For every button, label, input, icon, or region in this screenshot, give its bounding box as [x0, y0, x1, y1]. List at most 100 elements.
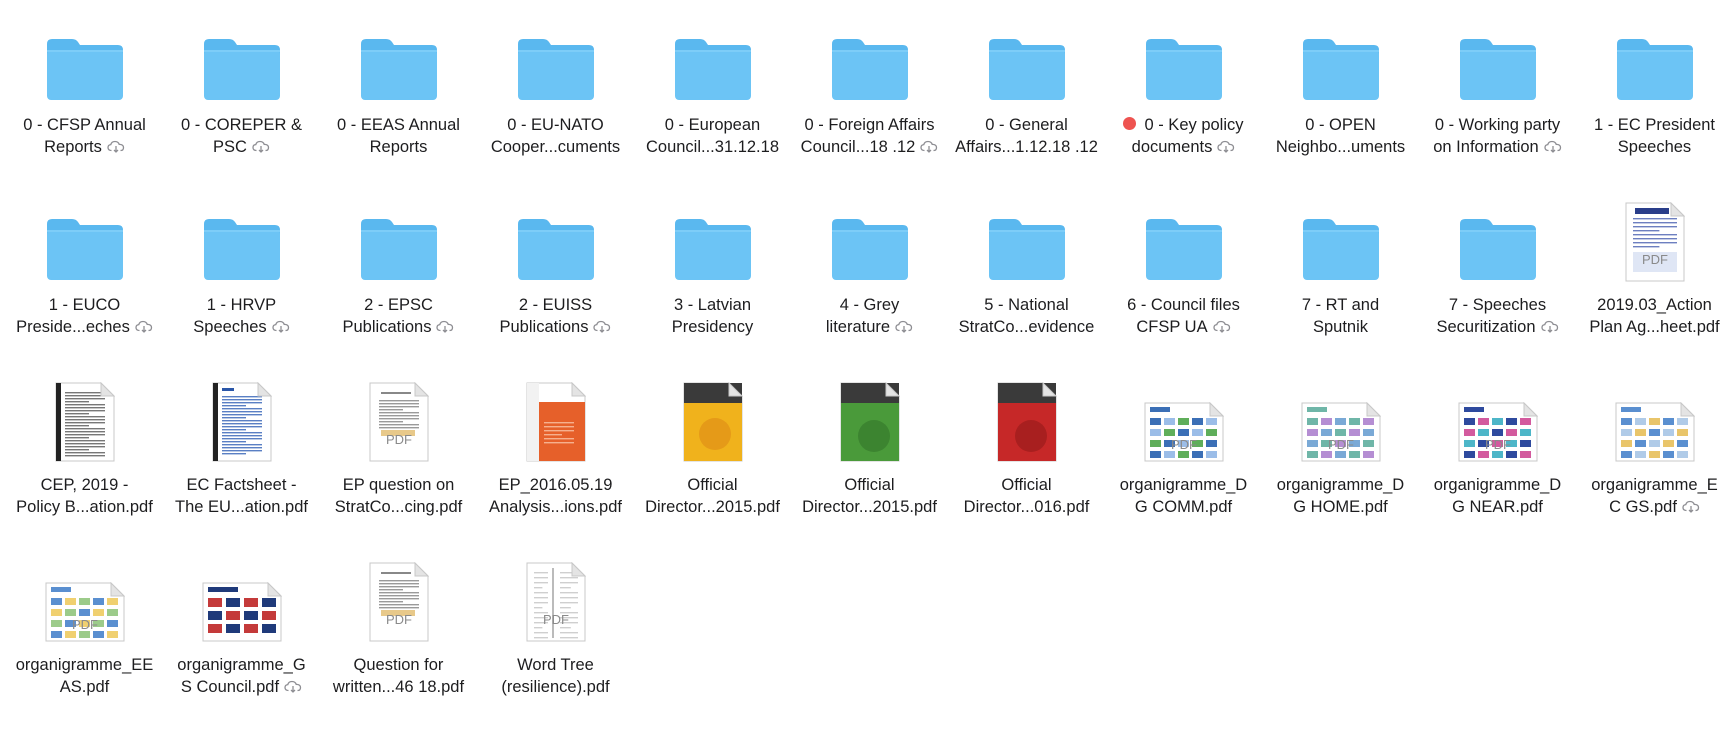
folder-coreper-psc[interactable]: 0 - COREPER &PSC — [163, 10, 320, 190]
pdf-file-organigramme-ec-gs[interactable]: organigramme_EC GS.pdf — [1576, 370, 1726, 550]
folder-icon — [1609, 10, 1701, 102]
pdf-file-official-directory-green[interactable]: OfficialDirector...2015.pdf — [791, 370, 948, 550]
folder-icon — [510, 190, 602, 282]
pdf-thumbnail-icon — [1609, 370, 1701, 462]
icloud-download-icon[interactable] — [593, 320, 611, 333]
file-name-line: 2 - EPSC — [364, 296, 433, 314]
folder-foreign-affairs-council[interactable]: 0 - Foreign AffairsCouncil...18 .12 — [791, 10, 948, 190]
file-name-line: The EU...ation.pdf — [175, 498, 308, 516]
pdf-file-organigramme-dg-comm[interactable]: PDF organigramme_DG COMM.pdf — [1105, 370, 1262, 550]
pdf-file-question-for-written[interactable]: PDF Question forwritten...46 18.pdf — [320, 550, 477, 730]
file-name-line: (resilience).pdf — [501, 678, 609, 696]
svg-text:PDF: PDF — [1328, 437, 1354, 452]
icloud-download-icon[interactable] — [107, 140, 125, 153]
icloud-download-icon[interactable] — [252, 140, 270, 153]
file-name-line: C GS.pdf — [1609, 498, 1677, 516]
file-name-label: 1 - EUCOPreside...eches — [10, 294, 160, 338]
file-name-line: Analysis...ions.pdf — [489, 498, 622, 516]
folder-eu-nato[interactable]: 0 - EU-NATOCooper...cuments — [477, 10, 634, 190]
file-name-line: Publications — [343, 318, 432, 336]
folder-icon — [667, 190, 759, 282]
pdf-file-organigramme-gs-council[interactable]: organigramme_GS Council.pdf — [163, 550, 320, 730]
icloud-download-icon[interactable] — [895, 320, 913, 333]
icloud-download-icon[interactable] — [1217, 140, 1235, 153]
file-name-line: Council...31.12.18 — [646, 138, 779, 156]
folder-icon — [981, 10, 1073, 102]
file-name-label: OfficialDirector...016.pdf — [952, 474, 1102, 518]
folder-rt-and-sputnik[interactable]: 7 - RT andSputnik — [1262, 190, 1419, 370]
folder-euiss-publications[interactable]: 2 - EUISS Publications — [477, 190, 634, 370]
file-name-line: CEP, 2019 - — [41, 476, 129, 494]
icloud-download-icon[interactable] — [284, 680, 302, 693]
pdf-thumbnail-icon: PDF — [1295, 370, 1387, 462]
file-name-line: organigramme_D — [1434, 476, 1561, 494]
file-name-line: 2 - EUISS — [519, 296, 592, 314]
folder-icon — [1452, 10, 1544, 102]
pdf-file-ep-analysis[interactable]: EP_2016.05.19Analysis...ions.pdf — [477, 370, 634, 550]
folder-key-policy-documents[interactable]: 0 - Key policydocuments — [1105, 10, 1262, 190]
folder-icon — [196, 190, 288, 282]
folder-grey-literature[interactable]: 4 - Greyliterature — [791, 190, 948, 370]
file-name-label: 1 - HRVPSpeeches — [167, 294, 317, 338]
icloud-download-icon[interactable] — [135, 320, 153, 333]
pdf-thumbnail-icon — [824, 370, 916, 462]
file-name-line: 1 - EUCO — [49, 296, 121, 314]
file-name-label: 6 - Council filesCFSP UA — [1109, 294, 1259, 338]
icloud-download-icon[interactable] — [920, 140, 938, 153]
pdf-file-word-tree-resilience[interactable]: PDF Word Tree(resilience).pdf — [477, 550, 634, 730]
folder-epsc-publications[interactable]: 2 - EPSC Publications — [320, 190, 477, 370]
icloud-download-icon[interactable] — [272, 320, 290, 333]
file-name-line: Securitization — [1436, 318, 1535, 336]
file-name-label: 2 - EPSC Publications — [324, 294, 474, 338]
file-name-line: 0 - EEAS Annual — [337, 116, 460, 134]
pdf-file-ec-factsheet[interactable]: EC Factsheet -The EU...ation.pdf — [163, 370, 320, 550]
folder-ec-president-speeches[interactable]: 1 - EC PresidentSpeeches — [1576, 10, 1726, 190]
icloud-download-icon[interactable] — [1213, 320, 1231, 333]
file-name-line: Affairs...1.12.18 .12 — [955, 138, 1098, 156]
pdf-file-ep-question-stratcom[interactable]: PDF EP question onStratCo...cing.pdf — [320, 370, 477, 550]
file-name-line: Publications — [500, 318, 589, 336]
pdf-file-organigramme-dg-home[interactable]: PDF organigramme_DG HOME.pdf — [1262, 370, 1419, 550]
file-name-line: 6 - Council files — [1127, 296, 1240, 314]
folder-euco-president-speeches[interactable]: 1 - EUCOPreside...eches — [6, 190, 163, 370]
file-name-line: 1 - HRVP — [207, 296, 276, 314]
pdf-file-action-plan-factsheet[interactable]: PDF 2019.03_ActionPlan Ag...heet.pdf — [1576, 190, 1726, 370]
folder-national-stratcom-evidence[interactable]: 5 - NationalStratCo...evidence — [948, 190, 1105, 370]
folder-speeches-securitization[interactable]: 7 - SpeechesSecuritization — [1419, 190, 1576, 370]
file-name-line: 0 - EU-NATO — [507, 116, 604, 134]
folder-open-neighbourhood[interactable]: 0 - OPENNeighbo...uments — [1262, 10, 1419, 190]
icloud-download-icon[interactable] — [1541, 320, 1559, 333]
folder-icon — [981, 190, 1073, 282]
file-name-label: organigramme_EC GS.pdf — [1580, 474, 1726, 518]
folder-hrvp-speeches[interactable]: 1 - HRVPSpeeches — [163, 190, 320, 370]
file-name-label: organigramme_DG NEAR.pdf — [1423, 474, 1573, 518]
file-name-line: organigramme_D — [1120, 476, 1247, 494]
folder-council-files-cfsp-ua[interactable]: 6 - Council filesCFSP UA — [1105, 190, 1262, 370]
file-name-line: Policy B...ation.pdf — [16, 498, 153, 516]
folder-european-council[interactable]: 0 - EuropeanCouncil...31.12.18 — [634, 10, 791, 190]
pdf-file-official-directory-red[interactable]: OfficialDirector...016.pdf — [948, 370, 1105, 550]
folder-cfsp-annual-reports[interactable]: 0 - CFSP AnnualReports — [6, 10, 163, 190]
pdf-file-cep-policy-brief[interactable]: CEP, 2019 - Policy B...ation.pdf — [6, 370, 163, 550]
folder-eeas-annual-reports[interactable]: 0 - EEAS AnnualReports — [320, 10, 477, 190]
pdf-file-organigramme-dg-near[interactable]: PDF organigramme_DG NEAR.pdf — [1419, 370, 1576, 550]
icloud-download-icon[interactable] — [436, 320, 454, 333]
file-name-line: organigramme_D — [1277, 476, 1404, 494]
folder-icon — [667, 10, 759, 102]
icloud-download-icon[interactable] — [1682, 500, 1700, 513]
file-name-label: organigramme_DG COMM.pdf — [1109, 474, 1259, 518]
file-name-line: organigramme_EE — [16, 656, 154, 674]
file-name-line: Presidency — [672, 318, 754, 336]
folder-general-affairs[interactable]: 0 - GeneralAffairs...1.12.18 .12 — [948, 10, 1105, 190]
pdf-thumbnail-icon: PDF — [39, 550, 131, 642]
pdf-file-official-directory-yellow[interactable]: OfficialDirector...2015.pdf — [634, 370, 791, 550]
pdf-thumbnail-icon — [196, 550, 288, 642]
file-name-line: on Information — [1433, 138, 1538, 156]
file-name-label: 0 - COREPER &PSC — [167, 114, 317, 158]
folder-icon — [39, 190, 131, 282]
file-name-label: 7 - SpeechesSecuritization — [1423, 294, 1573, 338]
icloud-download-icon[interactable] — [1544, 140, 1562, 153]
folder-working-party-information[interactable]: 0 - Working partyon Information — [1419, 10, 1576, 190]
pdf-file-organigramme-eeas[interactable]: PDF organigramme_EEAS.pdf — [6, 550, 163, 730]
folder-latvian-presidency[interactable]: 3 - LatvianPresidency — [634, 190, 791, 370]
